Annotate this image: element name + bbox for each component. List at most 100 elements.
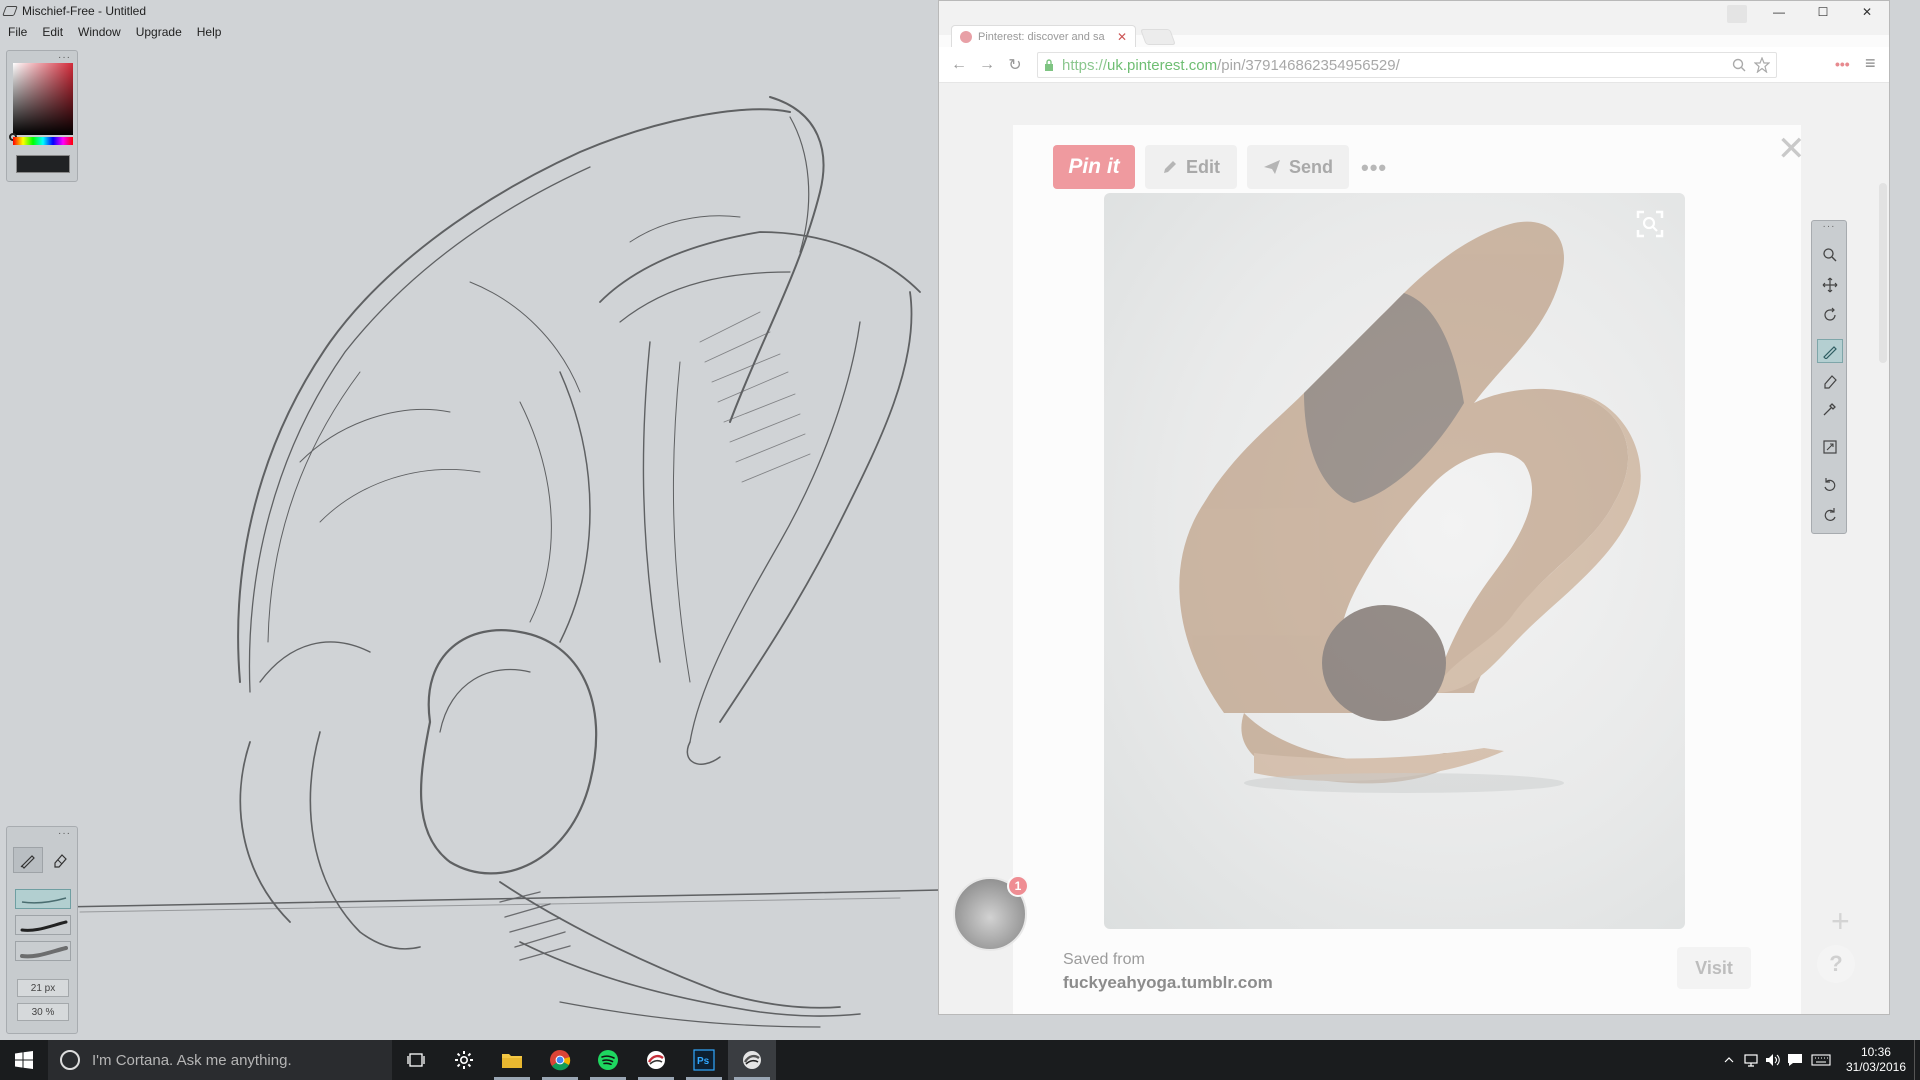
extension-icon[interactable]: •••: [1835, 56, 1850, 72]
taskbar-spotify[interactable]: [584, 1040, 632, 1080]
speaker-icon: [1765, 1054, 1780, 1066]
pin-it-button[interactable]: Pin it: [1053, 145, 1135, 189]
brush-preset-ink[interactable]: [15, 915, 71, 935]
hue-slider[interactable]: [13, 137, 73, 145]
color-picker-panel: ···: [6, 50, 78, 182]
current-color-swatch[interactable]: [16, 155, 70, 173]
minimize-icon[interactable]: —: [1757, 1, 1801, 23]
move-icon: [1822, 277, 1838, 293]
brush-preset-pencil[interactable]: [15, 889, 71, 909]
zoom-icon[interactable]: [1732, 58, 1746, 72]
volume-icon[interactable]: [1762, 1040, 1784, 1080]
url-path: /pin/379146862354956529/: [1217, 56, 1400, 74]
page-scrollbar[interactable]: [1879, 183, 1887, 363]
pinterest-page: Pin it Edit Send ••• Saved from fuckyeah…: [939, 83, 1889, 1014]
brush-preset-marker[interactable]: [15, 941, 71, 961]
start-button[interactable]: [0, 1040, 48, 1080]
eyedropper-tool-button[interactable]: [1817, 397, 1843, 421]
canvas-resize-icon: [1823, 440, 1837, 454]
address-bar-actions: [1732, 57, 1770, 73]
panel-grip-icon[interactable]: ···: [58, 828, 71, 839]
gear-icon: [455, 1051, 473, 1069]
bookmark-star-icon[interactable]: [1754, 57, 1770, 73]
eraser-icon: [54, 854, 67, 868]
modal-close-icon[interactable]: ✕: [1777, 129, 1806, 169]
address-bar[interactable]: https://uk.pinterest.com/pin/37914686235…: [1037, 52, 1777, 78]
undo-button[interactable]: [1817, 473, 1843, 497]
clock-date: 31/03/2016: [1845, 1060, 1906, 1074]
browser-window: Pinterest: discover and sa ✕ — ☐ ✕ ← → ↻…: [938, 0, 1890, 1015]
panel-grip-icon[interactable]: ···: [1812, 221, 1846, 232]
taskbar-file-explorer[interactable]: [488, 1040, 536, 1080]
menu-edit[interactable]: Edit: [34, 25, 70, 39]
show-desktop-button[interactable]: [1914, 1040, 1920, 1080]
panel-grip-icon[interactable]: ···: [58, 52, 71, 63]
spotify-icon: [598, 1050, 618, 1070]
pencil-stroke-icon: [21, 897, 67, 904]
pan-tool-button[interactable]: [1817, 273, 1843, 297]
browser-menu-icon[interactable]: ≡: [1865, 53, 1876, 74]
eraser-tool-button[interactable]: [1817, 369, 1843, 393]
send-button[interactable]: Send: [1247, 145, 1349, 189]
app-titlebar: Mischief-Free - Untitled: [0, 0, 940, 22]
profile-icon[interactable]: [1727, 5, 1747, 23]
brush-opacity-readout[interactable]: 30 %: [17, 1003, 69, 1021]
pencil-tool-button[interactable]: [13, 847, 43, 873]
message-icon: [1787, 1054, 1802, 1066]
taskbar-mischief[interactable]: [728, 1040, 776, 1080]
more-options-button[interactable]: •••: [1361, 155, 1387, 181]
saturation-field[interactable]: [13, 63, 73, 135]
tab-pinterest[interactable]: Pinterest: discover and sa ✕: [951, 25, 1136, 47]
taskbar-photoshop[interactable]: Ps: [680, 1040, 728, 1080]
edit-label: Edit: [1186, 156, 1220, 177]
edit-button[interactable]: Edit: [1145, 145, 1237, 189]
menu-help[interactable]: Help: [189, 25, 229, 39]
saved-from-source-link[interactable]: fuckyeahyoga.tumblr.com: [1063, 973, 1273, 993]
taskbar-settings[interactable]: [440, 1040, 488, 1080]
redo-icon: [1824, 508, 1836, 521]
notifications-icon[interactable]: [1784, 1040, 1806, 1080]
reload-button[interactable]: ↻: [1001, 51, 1029, 79]
new-tab-button[interactable]: [1140, 29, 1176, 45]
notification-badge: 1: [1007, 875, 1029, 897]
photoshop-icon: Ps: [693, 1049, 715, 1071]
pin-image[interactable]: [1104, 193, 1685, 929]
maximize-icon[interactable]: ☐: [1801, 1, 1845, 23]
browser-toolbar: ← → ↻ https://uk.pinterest.com/pin/37914…: [939, 47, 1889, 83]
back-button[interactable]: ←: [945, 51, 973, 79]
visual-search-icon[interactable]: [1635, 209, 1665, 239]
windows-logo-icon: [15, 1051, 33, 1069]
visit-button[interactable]: Visit: [1677, 947, 1751, 989]
window-controls: — ☐ ✕: [1757, 1, 1889, 23]
canvas-resize-button[interactable]: [1817, 435, 1843, 459]
task-view-button[interactable]: [392, 1040, 440, 1080]
clock[interactable]: 10:36 31/03/2016: [1846, 1045, 1906, 1075]
keyboard-icon[interactable]: [1806, 1040, 1836, 1080]
task-view-icon: [407, 1053, 425, 1067]
eraser-icon: [1824, 375, 1837, 389]
arrow-left-icon: ←: [951, 55, 967, 73]
eraser-tool-button[interactable]: [45, 847, 75, 873]
menu-window[interactable]: Window: [70, 25, 128, 39]
brush-size-readout[interactable]: 21 px: [17, 979, 69, 997]
url-scheme: https://: [1062, 56, 1108, 74]
close-window-icon[interactable]: ✕: [1845, 1, 1889, 23]
cortana-search-box[interactable]: I'm Cortana. Ask me anything.: [48, 1040, 392, 1080]
menu-file[interactable]: File: [0, 25, 34, 39]
folder-icon: [502, 1054, 522, 1068]
help-button[interactable]: ?: [1817, 945, 1855, 983]
redo-button[interactable]: [1817, 503, 1843, 527]
tab-close-icon[interactable]: ✕: [1115, 30, 1129, 44]
drawing-canvas[interactable]: [0, 42, 940, 1039]
forward-button[interactable]: →: [973, 51, 1001, 79]
taskbar-mischief-alt[interactable]: [632, 1040, 680, 1080]
zoom-tool-button[interactable]: [1817, 243, 1843, 267]
menu-upgrade[interactable]: Upgrade: [128, 25, 189, 39]
pencil-tool-button[interactable]: [1817, 339, 1843, 363]
tray-overflow-icon[interactable]: [1718, 1040, 1740, 1080]
network-icon[interactable]: [1740, 1040, 1762, 1080]
cortana-icon: [60, 1050, 80, 1070]
taskbar-chrome[interactable]: [536, 1040, 584, 1080]
rotate-tool-button[interactable]: [1817, 303, 1843, 327]
create-pin-button[interactable]: +: [1831, 903, 1850, 940]
